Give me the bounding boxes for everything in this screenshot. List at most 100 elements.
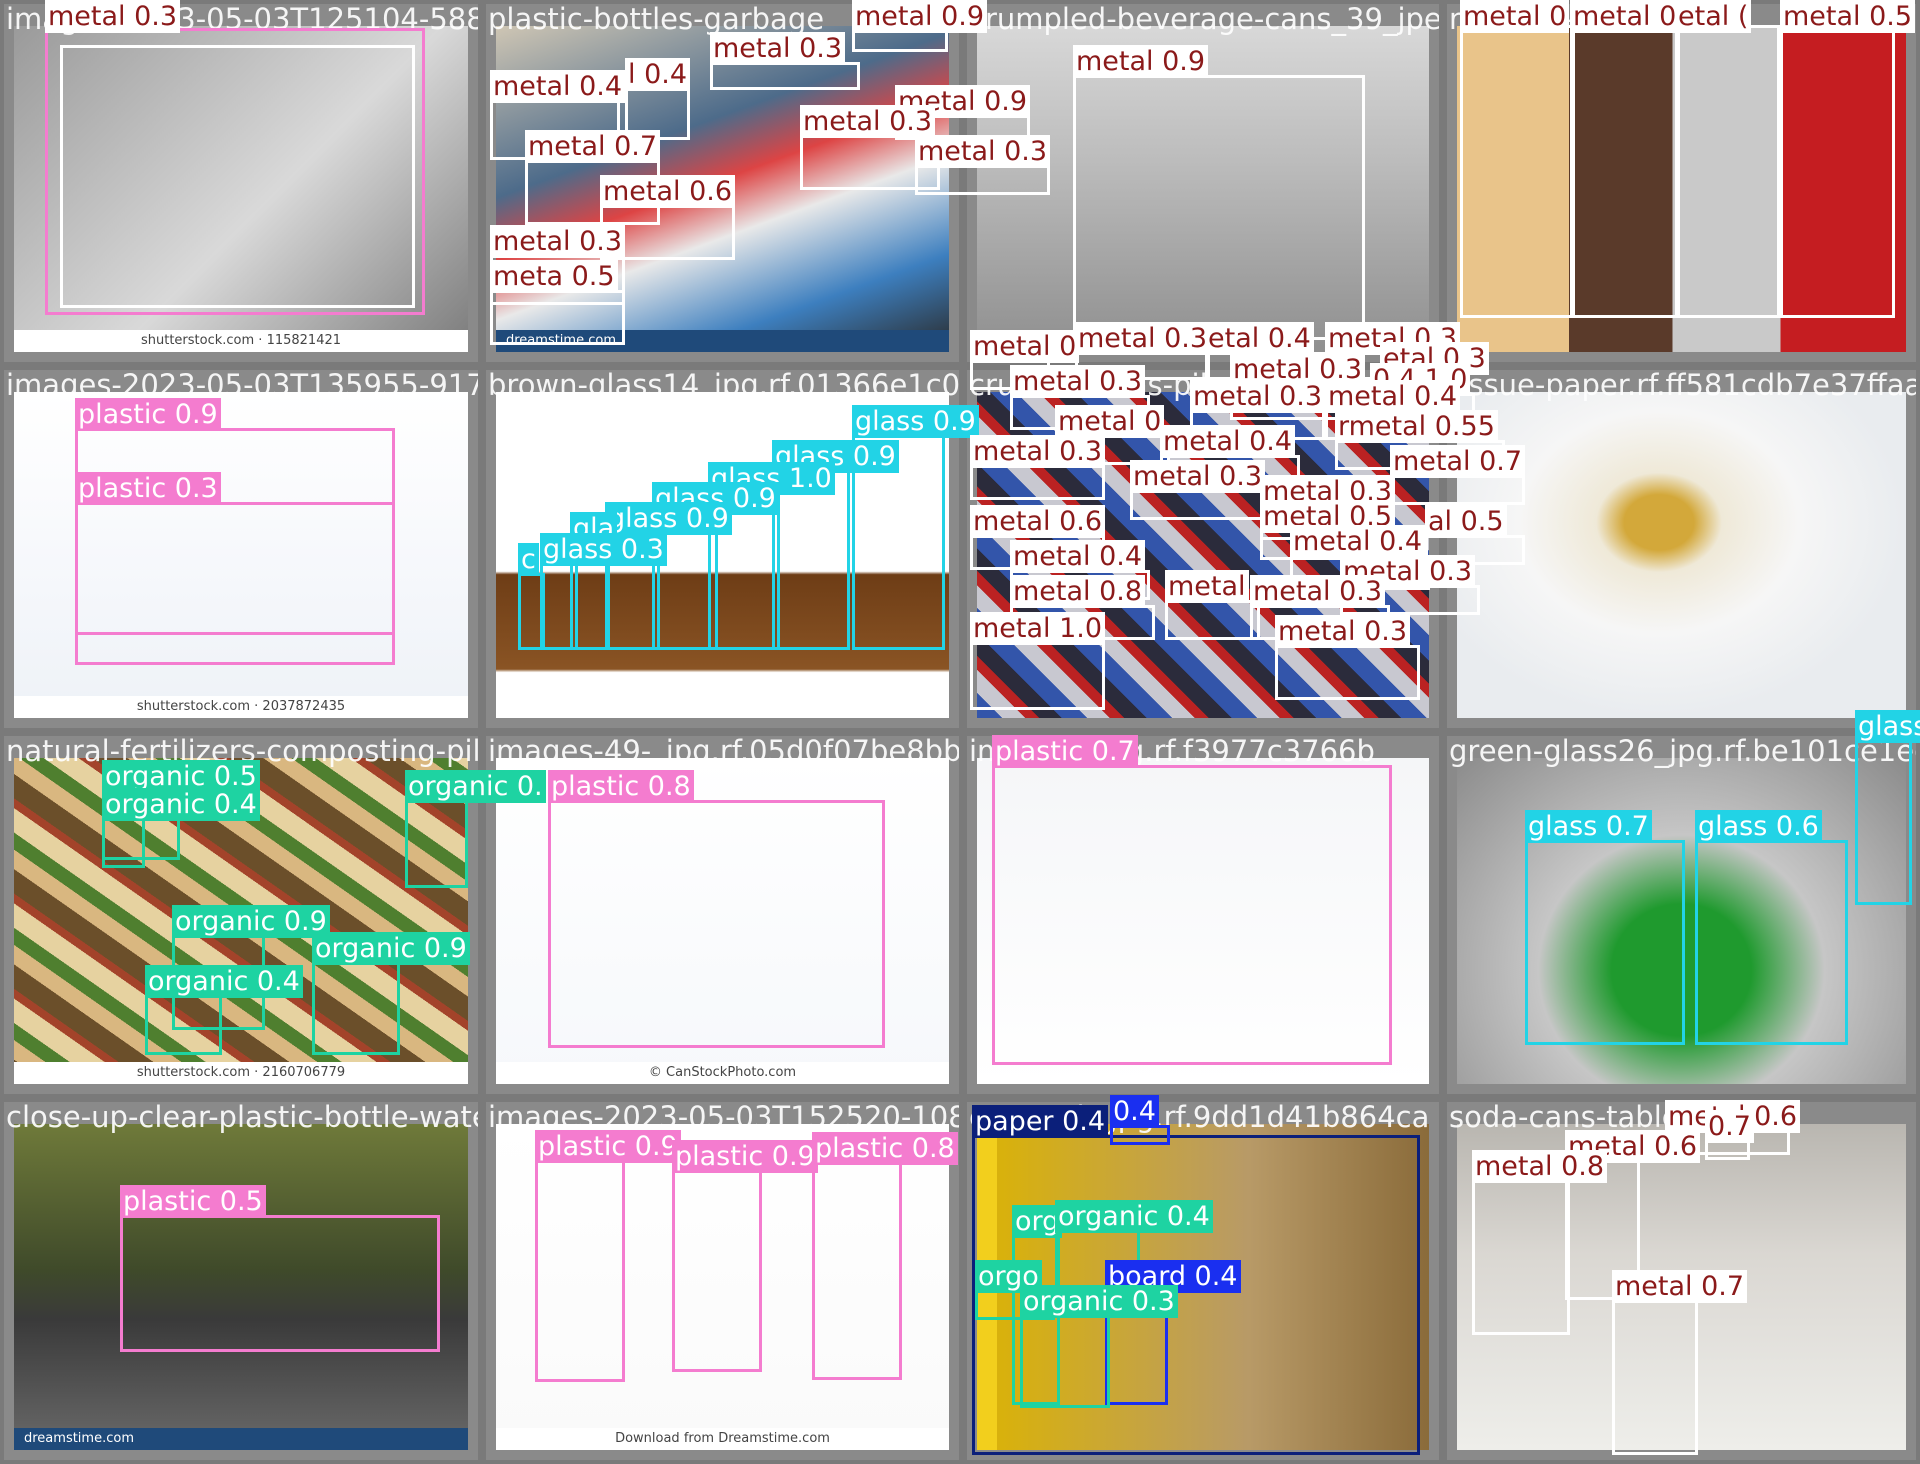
bbox-metal (710, 62, 860, 90)
tile-filename: brown-glass14_jpg.rf.01366e1c0a (488, 370, 959, 402)
bbox-label-plastic: plastic 0.8 (812, 1132, 958, 1165)
bbox-label-metal: metal 0.4 (1160, 425, 1296, 458)
bbox-label-paper: paper 0.4 (972, 1105, 1109, 1138)
bbox-label-plastic: plastic 0.9 (535, 1130, 681, 1163)
bbox-label-metal: 0.7 (1705, 1110, 1754, 1143)
stock-watermark: shutterstock.com · 2037872435 (14, 696, 468, 718)
bbox-label-metal: metal 0 (1055, 405, 1165, 438)
bbox-label-glass: glass 0.3 (1855, 710, 1920, 743)
bbox-organic (405, 800, 468, 888)
bbox-label-organic: organic 0.9 (312, 932, 470, 965)
stock-watermark: © CanStockPhoto.com (496, 1062, 949, 1084)
bbox-label-metal: metal 0.3 (710, 32, 846, 65)
bbox-label-metal: metal 0.4 (1290, 525, 1426, 558)
bbox-label-metal: metal 0 (1460, 0, 1570, 33)
bbox-label-glass: glass 0.6 (1695, 810, 1822, 843)
detection-grid: shutterstock.com · 115821421 images-2023-… (0, 0, 1920, 1464)
bbox-metal (1130, 490, 1265, 520)
bbox-label-metal: metal 0.3 (1130, 460, 1266, 493)
bbox-label-organic: organic 0.4 (1055, 1200, 1213, 1233)
bbox-metal (490, 290, 625, 345)
bbox-metal (1073, 75, 1365, 340)
bbox-plastic (672, 1170, 762, 1372)
bbox-label-metal: metal 0.6 (970, 505, 1106, 538)
bbox-label-metal: metal 0.3 (1190, 380, 1326, 413)
bbox-label-metal: metal 0.9 (1073, 45, 1209, 78)
bbox-plastic (992, 765, 1392, 1065)
bbox-plastic (120, 1215, 440, 1352)
bbox-organic (102, 818, 145, 868)
bbox-label-plastic: plastic 0.9 (75, 398, 221, 431)
bbox-label-glass: glass 0.9 (605, 502, 732, 535)
bbox-glass (1695, 840, 1848, 1045)
bbox-label-metal: metal 0 (970, 330, 1080, 363)
bbox-label-metal: metal 0.4 (490, 70, 626, 103)
bbox-label-metal: metal 0.3 (45, 0, 181, 33)
bbox-label-metal: metal 0.3 (915, 135, 1051, 168)
bbox-cardboard (1110, 1125, 1170, 1145)
bbox-label-plastic: plastic 0.5 (120, 1185, 266, 1218)
bbox-label-organic: organic 0.9 (172, 905, 330, 938)
bbox-label-plastic: plastic 0.8 (548, 770, 694, 803)
bbox-label-glass: glass 0.9 (852, 405, 979, 438)
bbox-metal (1460, 25, 1575, 318)
stock-watermark: dreamstime.com (14, 1428, 468, 1450)
bbox-label-metal: metal (1165, 570, 1249, 603)
bbox-metal (60, 45, 415, 308)
stock-watermark: shutterstock.com · 2160706779 (14, 1062, 468, 1084)
bbox-metal (1275, 645, 1420, 700)
bbox-metal (1675, 25, 1780, 318)
bbox-label-metal: rmetal 0.55 (1335, 410, 1498, 443)
bbox-label-metal: metal 1.0 (970, 612, 1106, 645)
bbox-metal (1390, 475, 1525, 505)
bbox-metal (1780, 25, 1895, 318)
bbox-label-glass: c (518, 543, 539, 576)
bbox-label-metal: metal 0.8 (1472, 1150, 1608, 1183)
bbox-plastic (812, 1162, 902, 1380)
bbox-label-metal: metal 0.3 (1275, 615, 1411, 648)
bbox-label-metal: etal ( (1675, 0, 1752, 33)
bbox-plastic (535, 1160, 625, 1382)
bbox-organic (312, 962, 400, 1055)
bbox-label-metal: metal 0.3 (1010, 365, 1146, 398)
bbox-label-metal: metal 0.7 (1612, 1270, 1748, 1303)
bbox-metal (915, 165, 1050, 195)
bbox-label-metal: metal 0.3 (800, 105, 936, 138)
bbox-metal (1472, 1180, 1570, 1335)
stock-watermark: shutterstock.com · 115821421 (14, 330, 468, 352)
tile-filename: tissue-paper.rf.ff581cdb7e37ffaa8 (1449, 370, 1916, 402)
tile-filename: images-49-_jpg.rf.05d0f07be8bb5 (488, 736, 959, 768)
bbox-metal (970, 642, 1105, 710)
bbox-organic (145, 995, 222, 1055)
bbox-glass (1855, 740, 1912, 905)
bbox-label-metal: metal 0.4 (1010, 540, 1146, 573)
bbox-label-metal: metal 0.4 (1325, 380, 1461, 413)
tile-filename: crumpled-beverage-cans_39_jpeg (969, 4, 1439, 36)
stock-watermark: Download from Dreamstime.com (496, 1428, 949, 1450)
bbox-label-metal: metal 0.3 (970, 435, 1106, 468)
bbox-label-metal: l 0.4 (625, 58, 691, 91)
bbox-label-plastic: plastic 0.7 (992, 735, 1138, 768)
bbox-glass (540, 563, 578, 650)
bbox-label-organic: organic 0. (405, 770, 546, 803)
bbox-label-metal: metal 0.8 (1010, 575, 1146, 608)
bbox-label-metal: al 0.5 (1425, 505, 1507, 538)
bbox-plastic (75, 502, 395, 665)
bbox-label-metal: metal 0.9 (852, 0, 988, 33)
bbox-label-plastic: plastic 0.3 (75, 472, 221, 505)
bbox-label-metal: metal 0.3 (1250, 575, 1386, 608)
bbox-metal (1612, 1300, 1698, 1455)
bbox-label-organic: organic 0.4 (145, 965, 303, 998)
bbox-metal (1705, 1140, 1750, 1160)
bbox-label-metal: metal 0.5 (1780, 0, 1916, 33)
bbox-label-metal: etal 0.4 (1205, 322, 1314, 355)
bbox-label-metal: meta 0.5 (490, 260, 618, 293)
bbox-glass (772, 470, 850, 650)
tile-filename: close-up-clear-plastic-bottle-water (6, 1102, 478, 1134)
bbox-label-metal: metal 0.7 (1390, 445, 1526, 478)
bbox-label-metal: metal 0.6 (600, 175, 736, 208)
bbox-glass (518, 573, 545, 650)
bbox-label-metal: metal 0.3 (490, 225, 626, 258)
bbox-label-plastic: plastic 0.9 (672, 1140, 818, 1173)
bbox-label-cardboard: 0.4 (1110, 1095, 1159, 1128)
